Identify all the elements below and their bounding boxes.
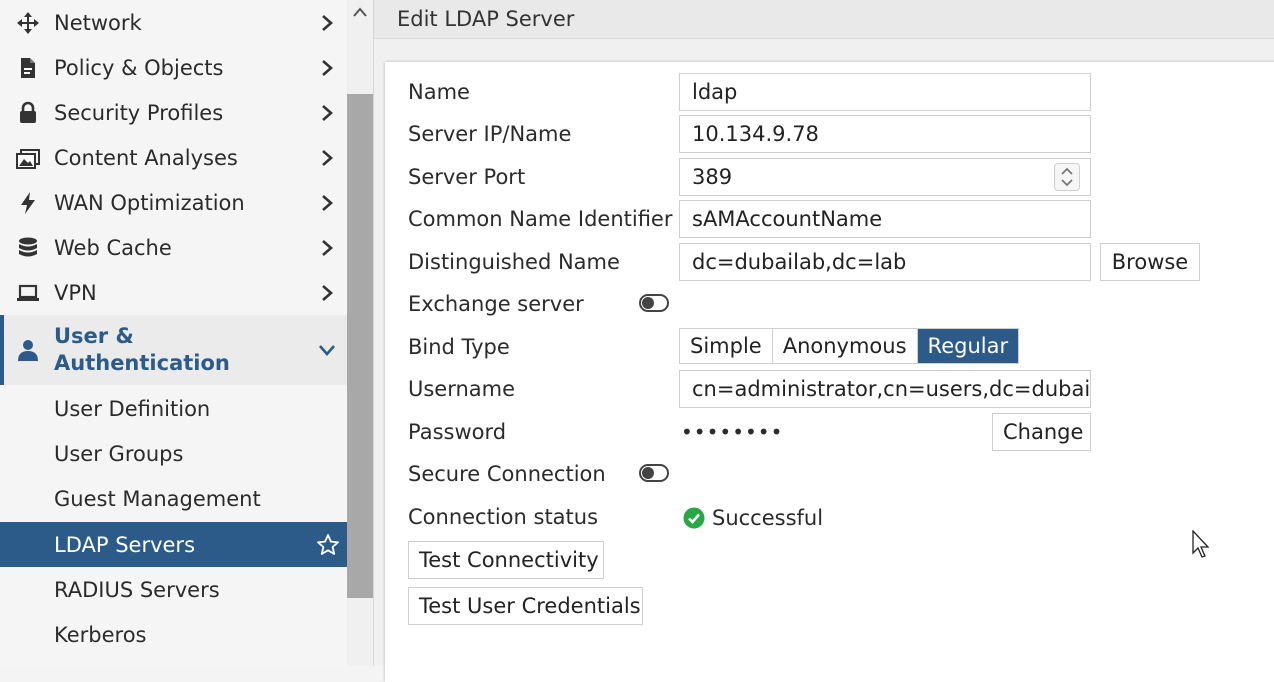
subitem-label: User Definition [54,396,211,421]
nav-item-security-profiles[interactable]: Security Profiles [0,90,347,135]
chevron-right-icon [318,14,336,32]
exchange-server-toggle[interactable] [639,294,669,312]
title-bar: Edit LDAP Server [374,0,1274,39]
lightning-icon [16,191,40,215]
chevron-right-icon [318,284,336,302]
server-port-input[interactable]: 389 [679,158,1091,196]
test-user-credentials-button[interactable]: Test User Credentials [408,587,643,625]
edit-ldap-form: Name ldap Server IP/Name 10.134.9.78 Ser… [385,62,1274,682]
port-stepper[interactable] [1054,163,1080,191]
lock-icon [16,101,40,125]
nav-item-label: Content Analyses [54,145,238,170]
nav-item-vpn[interactable]: VPN [0,270,347,315]
nav-item-label-line1: User & [54,324,134,348]
mouse-cursor-icon [1192,529,1212,560]
laptop-icon [16,281,40,305]
exchange-server-label: Exchange server [408,292,584,316]
scroll-up-icon[interactable] [352,4,368,18]
nav-item-label: Security Profiles [54,100,224,125]
star-icon[interactable] [316,533,340,557]
nav-item-wan-optimization[interactable]: WAN Optimization [0,180,347,225]
browse-button[interactable]: Browse [1100,243,1200,281]
sidebar-subitem-ldap-servers[interactable]: LDAP Servers [0,522,347,567]
subitem-label: User Groups [54,441,184,466]
chevron-right-icon [318,149,336,167]
chevron-down-icon [318,341,336,359]
database-icon [16,236,40,260]
nav-item-user-authentication[interactable]: User & Authentication [0,315,347,385]
user-icon [16,338,40,362]
nav-item-policy-objects[interactable]: Policy & Objects [0,45,347,90]
toggle-knob [642,467,654,479]
secure-connection-label: Secure Connection [408,462,606,486]
nav-item-label: Policy & Objects [54,55,224,80]
server-port-label: Server Port [408,165,526,189]
sidebar-subitem-radius-servers[interactable]: RADIUS Servers [0,567,347,612]
nav-item-label: WAN Optimization [54,190,245,215]
subitem-label: Guest Management [54,486,261,511]
main-content: Edit LDAP Server Name ldap Server IP/Nam… [374,0,1274,682]
common-name-input[interactable]: sAMAccountName [679,200,1091,238]
server-ip-input[interactable]: 10.134.9.78 [679,115,1091,153]
test-connectivity-button[interactable]: Test Connectivity [408,541,604,579]
toggle-knob [642,297,654,309]
bind-type-anonymous[interactable]: Anonymous [773,329,918,363]
password-mask: •••••••• [681,420,784,444]
images-icon [16,146,40,170]
subitem-label: Kerberos [54,622,147,647]
page-title: Edit LDAP Server [397,7,575,31]
nav-item-label: User & Authentication [54,323,230,377]
nav-item-network[interactable]: Network [0,0,347,45]
sidebar-subitem-user-groups[interactable]: User Groups [0,431,347,476]
bind-type-simple[interactable]: Simple [680,329,773,363]
sidebar-subitem-user-definition[interactable]: User Definition [0,386,347,431]
nav-item-label-line2: Authentication [54,351,230,375]
sidebar: Network Policy & Objects Security Profil… [0,0,374,666]
bind-type-label: Bind Type [408,335,510,359]
distinguished-name-label: Distinguished Name [408,250,620,274]
common-name-label: Common Name Identifier [408,207,673,231]
chevron-right-icon [318,194,336,212]
nav-item-label: Web Cache [54,235,172,260]
password-label: Password [408,420,507,444]
check-circle-icon [683,507,705,529]
server-ip-label: Server IP/Name [408,122,572,146]
bind-type-regular[interactable]: Regular [917,329,1019,363]
secure-connection-toggle[interactable] [639,464,669,482]
nav-item-content-analyses[interactable]: Content Analyses [0,135,347,180]
change-password-button[interactable]: Change [992,413,1091,451]
connection-status-value: Successful [712,506,824,530]
subitem-label: RADIUS Servers [54,577,220,602]
connection-status-label: Connection status [408,505,599,529]
sidebar-subitem-guest-management[interactable]: Guest Management [0,476,347,521]
distinguished-name-input[interactable]: dc=dubailab,dc=lab [679,243,1091,281]
document-icon [16,56,40,80]
sidebar-subitem-kerberos[interactable]: Kerberos [0,612,347,657]
bind-type-selector: Simple Anonymous Regular [679,328,1020,364]
nav-item-label: VPN [54,280,97,305]
nav-item-web-cache[interactable]: Web Cache [0,225,347,270]
name-input[interactable]: ldap [679,73,1091,111]
username-input[interactable]: cn=administrator,cn=users,dc=dubailab [679,370,1091,408]
nav-item-label: Network [54,10,142,35]
subitem-label: LDAP Servers [54,532,196,557]
name-label: Name [408,80,470,104]
move-arrows-icon [16,11,40,35]
chevron-right-icon [318,104,336,122]
chevron-right-icon [318,59,336,77]
sidebar-scrollbar-thumb[interactable] [347,94,373,598]
username-label: Username [408,377,516,401]
server-port-value: 389 [692,165,733,189]
chevron-right-icon [318,239,336,257]
